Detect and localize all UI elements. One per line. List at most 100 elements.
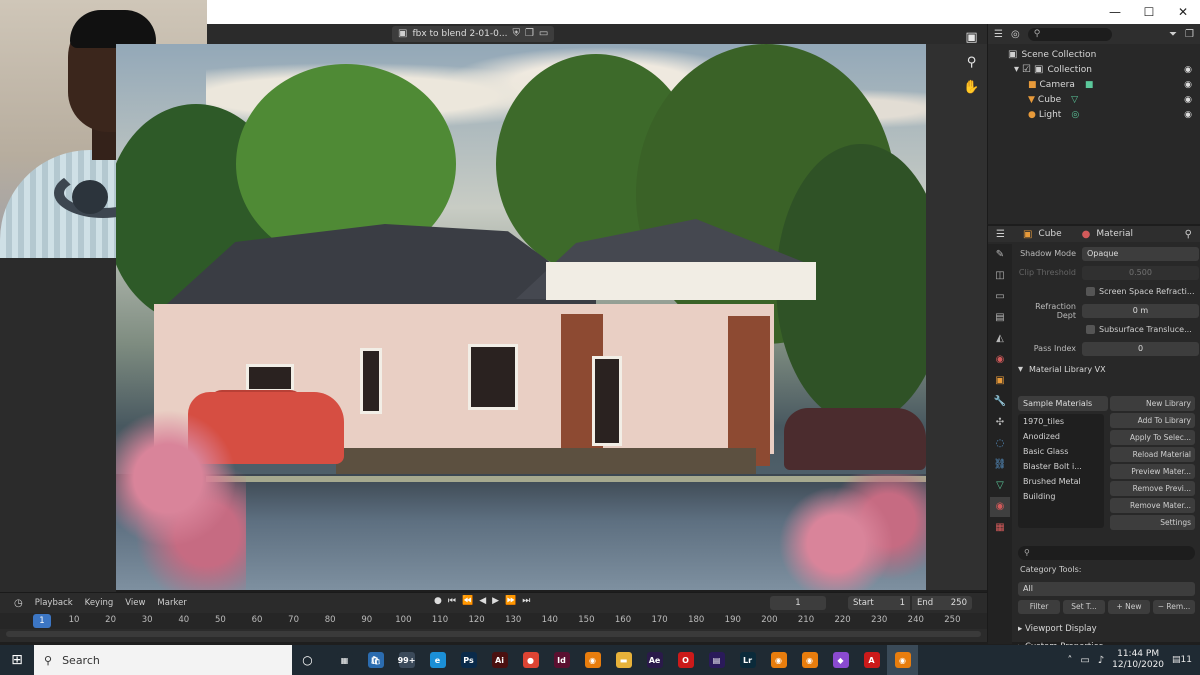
close-button[interactable]: ✕ [1166, 0, 1200, 24]
jump-start-icon[interactable]: ⏮ [448, 596, 456, 606]
chevron-down-icon[interactable]: ▾ [1014, 64, 1019, 75]
checkbox[interactable] [1086, 325, 1095, 334]
list-item[interactable]: Anodized [1018, 429, 1104, 444]
category-select[interactable]: All [1018, 582, 1195, 596]
sample-materials-select[interactable]: Sample Materials [1018, 396, 1108, 411]
filter-button[interactable]: Filter [1018, 600, 1060, 614]
tab-material[interactable]: ◉ [990, 497, 1010, 517]
notification-icon[interactable]: ▤11 [1172, 655, 1192, 665]
new-collection-icon[interactable]: ❐ [1185, 29, 1194, 40]
taskbar-app-file-explorer[interactable]: ▬ [608, 645, 639, 675]
maximize-button[interactable]: ☐ [1132, 0, 1166, 24]
eye-icon[interactable]: ◉ [1184, 80, 1192, 90]
set-type-button[interactable]: Set T... [1063, 600, 1105, 614]
tab-data[interactable]: ▽ [990, 476, 1010, 496]
list-item[interactable]: Blaster Bolt i... [1018, 459, 1104, 474]
tab-output[interactable]: ▭ [990, 287, 1010, 307]
outliner-row-scene-collection[interactable]: ▣ Scene Collection [988, 47, 1200, 62]
menu-marker[interactable]: Marker [157, 598, 186, 608]
outliner-search-input[interactable]: ⚲ [1027, 27, 1112, 41]
pin-icon[interactable]: ⚲ [1185, 229, 1192, 240]
outliner-row-cube[interactable]: ▼ Cube ▽ ◉ [988, 92, 1200, 107]
clock-editor-icon[interactable]: ◷ [14, 598, 23, 609]
taskbar-app-after-effects[interactable]: Ae [639, 645, 670, 675]
filter-icon[interactable]: ⏷ [1169, 29, 1177, 40]
outliner-row-collection[interactable]: ▾ ☑ ▣ Collection ◉ [988, 62, 1200, 77]
view-menu-icon[interactable]: ▣ [959, 27, 985, 49]
tab-render[interactable]: ◫ [990, 266, 1010, 286]
material-list[interactable]: 1970_tiles Anodized Basic Glass Blaster … [1018, 414, 1104, 528]
tab-object[interactable]: ▣ [990, 371, 1010, 391]
taskbar-app-lightroom[interactable]: Lr [732, 645, 763, 675]
chevron-up-icon[interactable]: ˄ [1067, 655, 1072, 666]
taskbar-search[interactable]: ⚲ Search [34, 645, 292, 675]
shield-icon[interactable]: ⛨ [512, 26, 520, 42]
play-reverse-icon[interactable]: ◀ [479, 596, 486, 606]
taskbar-app-acrobat-reader[interactable]: Ai [484, 645, 515, 675]
tab-view-layer[interactable]: ▤ [990, 308, 1010, 328]
prev-keyframe-icon[interactable]: ⏪ [462, 596, 473, 606]
taskbar-app-blender-a[interactable]: ◉ [577, 645, 608, 675]
menu-playback[interactable]: Playback [35, 598, 73, 608]
material-search-input[interactable]: ⚲ [1018, 546, 1195, 560]
taskbar-app-opera[interactable]: O [670, 645, 701, 675]
outliner-row-light[interactable]: ● Light ◎ ◉ [988, 107, 1200, 122]
taskbar-app-blender-active[interactable]: ◉ [887, 645, 918, 675]
screen-space-refraction-row[interactable]: Screen Space Refracti... [1014, 282, 1199, 301]
editor-type-icon[interactable]: ☰ [996, 229, 1005, 240]
clip-threshold-field[interactable]: 0.500 [1082, 265, 1199, 280]
preview-material-button[interactable]: Preview Mater... [1110, 464, 1195, 479]
taskbar-app-photoshop[interactable]: Ps [453, 645, 484, 675]
start-button[interactable]: ⊞ [0, 645, 34, 675]
editor-type-icon[interactable]: ☰ [994, 29, 1003, 40]
taskbar-app-indesign[interactable]: Id [546, 645, 577, 675]
taskbar-app-chrome-dev[interactable]: 99+ [391, 645, 422, 675]
taskbar-app-chrome[interactable]: ● [515, 645, 546, 675]
volume-icon[interactable]: ♪ [1098, 655, 1104, 666]
eye-icon[interactable]: ◉ [1184, 65, 1192, 75]
end-frame-field[interactable]: End 250 [912, 596, 972, 610]
minimize-button[interactable]: — [1098, 0, 1132, 24]
play-icon[interactable]: ▶ [492, 596, 499, 606]
viewport-display-section[interactable]: ▸ Viewport Display [1018, 624, 1097, 634]
copy-icon[interactable]: ❐ [525, 26, 534, 42]
taskbar-app-task-view[interactable]: ▦ [329, 645, 360, 675]
jump-end-icon[interactable]: ⏭ [522, 596, 530, 606]
remove-material-button[interactable]: Remove Mater... [1110, 498, 1195, 513]
record-icon[interactable]: ● [434, 596, 442, 606]
material-library-header[interactable]: ▾ Material Library VX [1014, 361, 1199, 378]
timeline-ruler[interactable]: 1 10 20 30 40 50 60 70 80 90 100 110 120 130 140 150 16… [0, 613, 987, 629]
tab-modifiers[interactable]: 🔧 [990, 392, 1010, 412]
pass-index-field[interactable]: 0 [1082, 341, 1199, 356]
refraction-depth-field[interactable]: 0 m [1082, 303, 1199, 318]
taskbar-app-blender-b[interactable]: ◉ [763, 645, 794, 675]
remove-category-button[interactable]: − Rem... [1153, 600, 1195, 614]
timeline-scrollbar[interactable] [6, 631, 981, 637]
folder-icon[interactable]: ▭ [539, 26, 548, 42]
menu-view[interactable]: View [125, 598, 145, 608]
taskbar-app-premiere[interactable]: ▤ [701, 645, 732, 675]
taskbar-app-inkscape[interactable]: ◆ [825, 645, 856, 675]
tab-tool[interactable]: ✎ [990, 245, 1010, 265]
reload-material-button[interactable]: Reload Material [1110, 447, 1195, 462]
cortana-icon[interactable]: ○ [292, 645, 323, 675]
list-item[interactable]: Basic Glass [1018, 444, 1104, 459]
shadow-mode-select[interactable]: Opaque [1082, 246, 1199, 261]
eye-icon[interactable]: ◉ [1184, 110, 1192, 120]
taskbar-app-acrobat[interactable]: A [856, 645, 887, 675]
tab-particles[interactable]: ✣ [990, 413, 1010, 433]
checkbox-icon[interactable]: ☑ [1022, 64, 1031, 75]
add-to-library-button[interactable]: Add To Library [1110, 413, 1195, 428]
next-keyframe-icon[interactable]: ⏩ [505, 596, 516, 606]
taskbar-app-store[interactable]: 🛍 [360, 645, 391, 675]
tab-world[interactable]: ◉ [990, 350, 1010, 370]
checkbox[interactable] [1086, 287, 1095, 296]
zoom-icon[interactable]: ⚲ [959, 52, 985, 74]
display-mode-icon[interactable]: ◎ [1011, 29, 1020, 40]
tab-constraints[interactable]: ⛓ [990, 455, 1010, 475]
new-library-button[interactable]: New Library [1110, 396, 1195, 411]
new-category-button[interactable]: + New [1108, 600, 1150, 614]
outliner-row-camera[interactable]: ■ Camera ■ ◉ [988, 77, 1200, 92]
subsurface-translucency-row[interactable]: Subsurface Transluce... [1014, 320, 1199, 339]
menu-keying[interactable]: Keying [85, 598, 114, 608]
